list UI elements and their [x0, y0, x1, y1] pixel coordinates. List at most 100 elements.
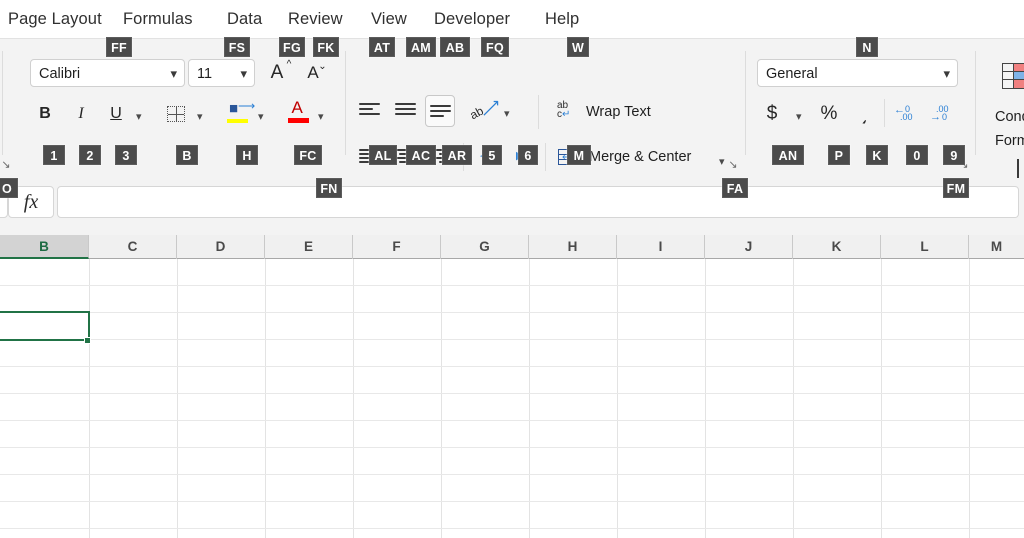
- borders-button[interactable]: [163, 101, 189, 127]
- keytip-view-tab: FK: [313, 37, 339, 57]
- tab-developer[interactable]: Developer: [434, 6, 510, 32]
- column-header-d[interactable]: D: [177, 235, 265, 259]
- font-color-icon: A: [287, 98, 309, 125]
- wrap-text-button[interactable]: ab c↵: [556, 99, 580, 123]
- accounting-chevron-down-icon[interactable]: ▾: [796, 112, 802, 123]
- alignment-dialog-launcher[interactable]: ↘: [727, 159, 739, 171]
- formula-bar-area: fx: [0, 178, 1024, 235]
- decrease-font-size-button[interactable]: A ⌄: [299, 59, 327, 87]
- keytip-font-color: FC: [294, 145, 322, 165]
- group-separator-number-styles: [975, 51, 976, 155]
- column-header-l[interactable]: L: [881, 235, 969, 259]
- column-header-k[interactable]: K: [793, 235, 881, 259]
- align-bottom-button[interactable]: [425, 95, 455, 127]
- wrap-text-label[interactable]: Wrap Text: [586, 104, 651, 120]
- font-color-chevron-down-icon[interactable]: ▾: [318, 112, 324, 123]
- keytip-fill-color: H: [236, 145, 258, 165]
- alignment-inner-separator-top: [538, 95, 539, 129]
- column-header-i[interactable]: I: [617, 235, 705, 259]
- keytip-increase-indent: 6: [518, 145, 538, 165]
- percent-style-button[interactable]: %: [816, 101, 842, 127]
- decrease-decimal-icon: ← 0 .00: [894, 104, 913, 122]
- number-format-combobox[interactable]: General ▾: [757, 59, 958, 87]
- tab-page-layout[interactable]: Page Layout: [8, 6, 102, 32]
- column-header-b[interactable]: B: [0, 235, 89, 259]
- keytip-align-bottom: AB: [440, 37, 470, 57]
- keytip-align-top: AT: [369, 37, 395, 57]
- orientation-button[interactable]: ab ⟶: [467, 95, 504, 125]
- group-separator-alignment-number: [745, 51, 746, 155]
- font-name-combobox[interactable]: Calibri ▾: [30, 59, 185, 87]
- underline-chevron-down-icon[interactable]: ▾: [136, 112, 142, 123]
- borders-chevron-down-icon[interactable]: ▾: [197, 112, 203, 123]
- font-dialog-launcher[interactable]: ↘: [0, 159, 12, 171]
- number-inner-separator: [884, 99, 885, 127]
- keytip-data-tab: FS: [224, 37, 250, 57]
- column-header-m[interactable]: M: [969, 235, 1024, 259]
- keytip-align-left: AL: [369, 145, 397, 165]
- column-header-j[interactable]: J: [705, 235, 793, 259]
- group-separator-left: [2, 51, 3, 155]
- keytip-number-format: N: [856, 37, 878, 57]
- tab-formulas[interactable]: Formulas: [123, 6, 193, 32]
- conditional-formatting-button[interactable]: [1000, 61, 1024, 91]
- keytip-name-box: O: [0, 178, 18, 198]
- chevron-down-icon: ▾: [943, 66, 950, 81]
- grid-cells[interactable]: [0, 259, 1024, 538]
- accounting-format-button[interactable]: $: [760, 101, 784, 127]
- keytip-formulas-tab: FF: [106, 37, 132, 57]
- italic-button[interactable]: I: [68, 101, 94, 127]
- column-header-g[interactable]: G: [441, 235, 529, 259]
- keytip-align-center: AC: [406, 145, 436, 165]
- keytip-comma-style: K: [866, 145, 888, 165]
- keytip-align-middle: AM: [406, 37, 436, 57]
- spreadsheet-grid[interactable]: B C D E F G H I J K L M: [0, 235, 1024, 538]
- merge-center-label[interactable]: Merge & Center: [589, 149, 691, 165]
- ribbon-tab-strip: Page Layout Formulas Data Review View De…: [0, 0, 1024, 38]
- fill-handle[interactable]: [84, 337, 91, 344]
- comma-style-button[interactable]: ͵: [854, 99, 876, 125]
- underline-button[interactable]: U: [103, 101, 129, 127]
- font-name-value: Calibri: [39, 66, 81, 82]
- column-header-f[interactable]: F: [353, 235, 441, 259]
- font-color-button[interactable]: A: [285, 97, 311, 127]
- keytip-borders: B: [176, 145, 198, 165]
- keytip-formula-bar-1: FN: [316, 178, 342, 198]
- keytip-italic: 2: [79, 145, 101, 165]
- keytip-decrease-decimal: 0: [906, 145, 928, 165]
- bold-button[interactable]: B: [32, 101, 58, 127]
- font-size-combobox[interactable]: 11 ▾: [188, 59, 255, 87]
- fill-color-button[interactable]: ■ ⟶: [225, 97, 255, 127]
- keytip-percent-style: P: [828, 145, 850, 165]
- increase-font-size-button[interactable]: A ^: [263, 59, 292, 87]
- alignment-inner-separator-merge: [545, 143, 546, 171]
- tab-review[interactable]: Review: [288, 6, 343, 32]
- conditional-formatting-label-line1[interactable]: Cond: [995, 109, 1024, 125]
- increase-decimal-button[interactable]: .00 → 0: [929, 101, 957, 127]
- align-middle-button[interactable]: [392, 97, 418, 123]
- keytip-increase-decimal: 9: [943, 145, 965, 165]
- number-format-value: General: [766, 66, 818, 82]
- active-cell-cursor[interactable]: [0, 311, 90, 341]
- align-middle-icon: [394, 102, 416, 118]
- tab-help[interactable]: Help: [545, 6, 579, 32]
- conditional-formatting-label-line2[interactable]: Form: [995, 133, 1024, 149]
- fill-color-chevron-down-icon[interactable]: ▾: [258, 112, 264, 123]
- keytip-bold: 1: [43, 145, 65, 165]
- tab-view[interactable]: View: [371, 6, 407, 32]
- tab-data[interactable]: Data: [227, 6, 262, 32]
- borders-icon: [167, 106, 185, 122]
- column-header-c[interactable]: C: [89, 235, 177, 259]
- decrease-decimal-button[interactable]: ← 0 .00: [893, 101, 921, 127]
- formula-input[interactable]: [57, 186, 1019, 218]
- fx-icon: fx: [23, 190, 39, 213]
- orientation-chevron-down-icon[interactable]: ▾: [504, 109, 510, 120]
- merge-center-chevron-down-icon[interactable]: ▾: [719, 157, 725, 168]
- A-down-icon: A ⌄: [307, 61, 327, 82]
- align-top-button[interactable]: [356, 97, 382, 123]
- column-header-e[interactable]: E: [265, 235, 353, 259]
- column-header-h[interactable]: H: [529, 235, 617, 259]
- keytip-accounting-format: AN: [772, 145, 804, 165]
- wrap-text-icon: ab c↵: [557, 100, 571, 120]
- group-separator-font-alignment: [345, 51, 346, 155]
